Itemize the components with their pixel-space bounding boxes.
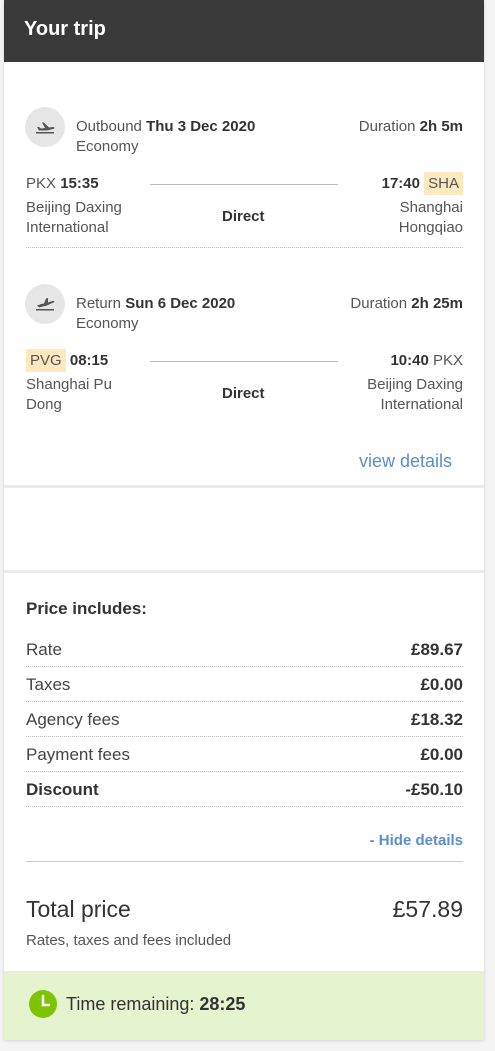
price-heading: Price includes:	[26, 599, 147, 618]
outbound-heading: Outbound Thu 3 Dec 2020	[76, 118, 256, 135]
return-arrival: 10:40 PKX	[390, 352, 463, 369]
total-value: £57.89	[392, 896, 463, 922]
price-label: Rate	[26, 640, 62, 659]
price-value: £18.32	[411, 710, 463, 729]
price-value: £0.00	[420, 675, 463, 694]
outbound-dep-airport: Beijing Daxing International	[26, 199, 122, 236]
discount-row: Discount -£50.10	[26, 772, 463, 807]
time-remaining-banner: Time remaining: 28:25	[4, 971, 484, 1040]
outbound-arr-airport: Shanghai Hongqiao	[398, 199, 463, 236]
return-dep-airport: Shanghai Pu Dong	[26, 376, 112, 413]
price-row: Payment fees £0.00	[26, 737, 463, 772]
time-remaining: Time remaining: 28:25	[66, 994, 246, 1014]
section-divider	[4, 570, 484, 573]
view-details-link[interactable]: view details	[359, 450, 452, 472]
outbound-route-line	[150, 184, 338, 185]
total-label: Total price	[26, 896, 131, 922]
trip-header: Your trip	[4, 0, 484, 62]
clock-icon	[29, 990, 57, 1018]
row-divider	[26, 806, 463, 807]
return-route-line	[150, 361, 338, 362]
price-label: Agency fees	[26, 710, 120, 729]
plane-landing-icon	[25, 284, 65, 324]
return-duration: Duration 2h 25m	[350, 295, 463, 312]
price-row: Rate £89.67	[26, 632, 463, 667]
return-cabin: Economy	[76, 315, 139, 332]
hide-details-link[interactable]: - Hide details	[370, 832, 463, 849]
price-value: -£50.10	[405, 780, 463, 799]
price-row: Agency fees £18.32	[26, 702, 463, 737]
divider	[26, 247, 463, 248]
price-row: Taxes £0.00	[26, 667, 463, 702]
section-divider	[4, 485, 484, 488]
price-label: Payment fees	[26, 745, 130, 764]
price-label: Discount	[26, 780, 99, 799]
outbound-cabin: Economy	[76, 138, 139, 155]
outbound-arrival: 17:40 SHA	[382, 172, 463, 195]
total-note: Rates, taxes and fees included	[26, 932, 232, 949]
price-value: £0.00	[420, 745, 463, 764]
outbound-duration: Duration 2h 5m	[358, 118, 463, 135]
price-value: £89.67	[411, 640, 463, 659]
return-heading: Return Sun 6 Dec 2020	[76, 295, 236, 312]
outbound-departure: PKX 15:35	[26, 175, 99, 192]
divider	[26, 861, 463, 862]
trip-summary-card: Your trip Outbound Thu 3 Dec 2020 Econom…	[4, 0, 484, 1040]
page-title: Your trip	[24, 18, 106, 40]
return-arr-airport: Beijing Daxing International	[367, 376, 463, 413]
price-label: Taxes	[26, 675, 71, 694]
return-stops: Direct	[222, 385, 265, 402]
outbound-stops: Direct	[222, 208, 265, 225]
plane-takeoff-icon	[25, 107, 65, 147]
return-departure: PVG 08:15	[26, 349, 108, 372]
